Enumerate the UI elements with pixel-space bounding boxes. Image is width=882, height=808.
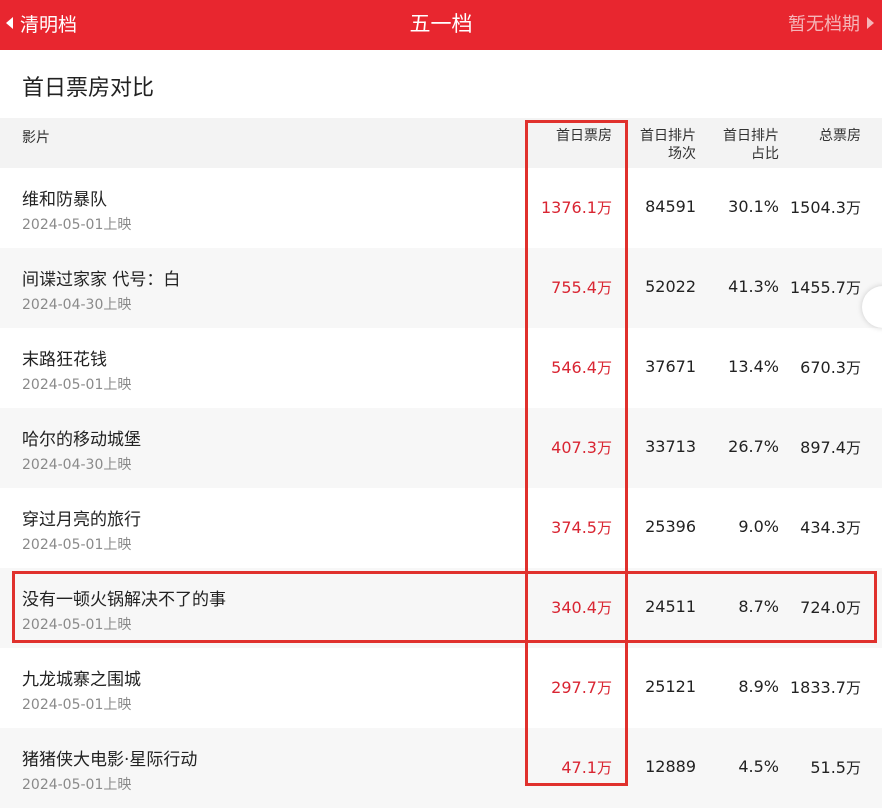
total-box: 1504.3万 (790, 198, 861, 217)
release-date: 2024-05-01上映 (22, 697, 132, 713)
film-title: 间谍过家家 代号：白 (22, 270, 181, 290)
total-box: 51.5万 (810, 758, 861, 777)
table-row[interactable]: 维和防暴队 2024-05-01上映 1376.1万 84591 30.1% 1504.3… (0, 168, 882, 248)
first-day-screenings: 52022 (645, 277, 696, 296)
total-box: 1833.7万 (790, 678, 861, 697)
film-title: 末路狂花钱 (22, 350, 107, 370)
header-screenings[interactable]: 首日排片 场次 (640, 127, 696, 163)
release-date: 2024-05-01上映 (22, 617, 132, 633)
first-day-box: 297.7万 (551, 678, 612, 697)
first-day-screenings: 37671 (645, 357, 696, 376)
header-total-box[interactable]: 总票房 (819, 127, 861, 145)
table-row[interactable]: 九龙城寨之围城 2024-05-01上映 297.7万 25121 8.9% 1833.7… (0, 648, 882, 728)
first-day-box: 407.3万 (551, 438, 612, 457)
first-day-share: 26.7% (728, 437, 779, 456)
first-day-screenings: 25396 (645, 517, 696, 536)
release-date: 2024-05-01上映 (22, 217, 132, 233)
first-day-share: 13.4% (728, 357, 779, 376)
prev-period-button[interactable]: 清明档 (6, 0, 77, 46)
first-day-box: 1376.1万 (541, 198, 612, 217)
release-date: 2024-05-01上映 (22, 537, 132, 553)
film-title: 哈尔的移动城堡 (22, 430, 141, 450)
chevron-right-icon (867, 17, 874, 29)
first-day-box: 374.5万 (551, 518, 612, 537)
page-title: 五一档 (409, 12, 473, 36)
film-title: 没有一顿火锅解决不了的事 (22, 590, 226, 610)
first-day-screenings: 24511 (645, 597, 696, 616)
table-row[interactable]: 没有一顿火锅解决不了的事 2024-05-01上映 340.4万 24511 8.7% 7… (0, 568, 882, 648)
table-row[interactable]: 哈尔的移动城堡 2024-04-30上映 407.3万 33713 26.7% 897.4… (0, 408, 882, 488)
header-first-day-box[interactable]: 首日票房 (556, 127, 612, 145)
first-day-box: 755.4万 (551, 278, 612, 297)
first-day-share: 8.7% (738, 597, 779, 616)
first-day-screenings: 12889 (645, 757, 696, 776)
first-day-share: 9.0% (738, 517, 779, 536)
top-bar: 清明档 五一档 暂无档期 (0, 0, 882, 50)
total-box: 670.3万 (800, 358, 861, 377)
first-day-box: 546.4万 (551, 358, 612, 377)
film-title: 维和防暴队 (22, 190, 107, 210)
table-header: 影片 首日票房 首日排片 场次 首日排片 占比 总票房 (0, 118, 882, 168)
next-period-label: 暂无档期 (788, 14, 860, 35)
release-date: 2024-05-01上映 (22, 377, 132, 393)
release-date: 2024-04-30上映 (22, 297, 132, 313)
first-day-box: 47.1万 (561, 758, 612, 777)
first-day-share: 4.5% (738, 757, 779, 776)
table-row[interactable]: 间谍过家家 代号：白 2024-04-30上映 755.4万 52022 41.3% 14… (0, 248, 882, 328)
first-day-box: 340.4万 (551, 598, 612, 617)
first-day-share: 41.3% (728, 277, 779, 296)
first-day-share: 30.1% (728, 197, 779, 216)
first-day-screenings: 84591 (645, 197, 696, 216)
first-day-screenings: 33713 (645, 437, 696, 456)
total-box: 1455.7万 (790, 278, 861, 297)
total-box: 897.4万 (800, 438, 861, 457)
film-title: 猪猪侠大电影·星际行动 (22, 750, 198, 770)
prev-period-label: 清明档 (20, 13, 78, 36)
release-date: 2024-05-01上映 (22, 777, 132, 793)
total-box: 724.0万 (800, 598, 861, 617)
film-title: 九龙城寨之围城 (22, 670, 141, 690)
total-box: 434.3万 (800, 518, 861, 537)
film-title: 穿过月亮的旅行 (22, 510, 141, 530)
first-day-screenings: 25121 (645, 677, 696, 696)
first-day-share: 8.9% (738, 677, 779, 696)
next-period-button[interactable]: 暂无档期 (788, 0, 874, 46)
table-row[interactable]: 穿过月亮的旅行 2024-05-01上映 374.5万 25396 9.0% 434.3万 (0, 488, 882, 568)
header-share[interactable]: 首日排片 占比 (723, 127, 779, 163)
header-film: 影片 (22, 130, 50, 146)
release-date: 2024-04-30上映 (22, 457, 132, 473)
chevron-left-icon (6, 17, 13, 29)
section-title: 首日票房对比 (22, 76, 155, 101)
table-row[interactable]: 末路狂花钱 2024-05-01上映 546.4万 37671 13.4% 670.3万 (0, 328, 882, 408)
table-row[interactable]: 猪猪侠大电影·星际行动 2024-05-01上映 47.1万 12889 4.5% 51.… (0, 728, 882, 808)
